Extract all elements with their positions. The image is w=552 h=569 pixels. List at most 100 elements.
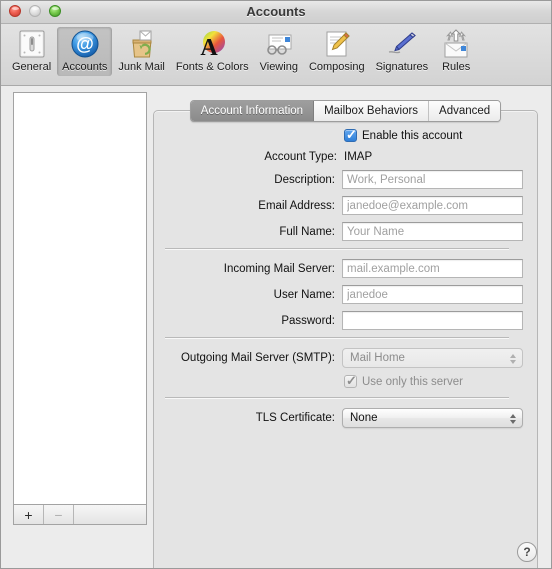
user-name-label: User Name:	[273, 288, 335, 301]
popup-arrows-icon	[509, 351, 516, 367]
password-label: Password:	[281, 314, 335, 327]
preferences-content: + − ✓ Enable this account Account Type:	[1, 86, 551, 568]
toolbar-item-composing[interactable]: Composing	[304, 27, 370, 76]
full-name-field-wrap	[342, 222, 523, 241]
toolbar-item-signatures[interactable]: Signatures	[371, 27, 434, 76]
composing-pencil-icon	[326, 31, 350, 57]
incoming-mail-server-label: Incoming Mail Server:	[223, 262, 335, 275]
account-tab-view: ✓ Enable this account Account Type: IMAP…	[153, 100, 538, 568]
toolbar-item-composing-label: Composing	[308, 61, 365, 73]
full-name-input[interactable]	[342, 222, 523, 241]
checkmark-icon: ✓	[346, 373, 357, 388]
full-name-row: Full Name:	[154, 222, 523, 241]
user-name-input[interactable]	[342, 285, 523, 304]
outgoing-mail-server-label: Outgoing Mail Server (SMTP):	[180, 352, 335, 364]
popup-arrows-icon	[509, 411, 516, 427]
toolbar-item-signatures-label: Signatures	[375, 61, 429, 73]
toolbar-item-fonts-colors[interactable]: A Fonts & Colors	[171, 27, 254, 76]
svg-text:A: A	[201, 35, 219, 60]
help-button[interactable]: ?	[517, 542, 537, 562]
svg-text:@: @	[76, 34, 94, 54]
checkmark-icon: ✓	[346, 127, 357, 142]
account-type-field: IMAP	[344, 151, 523, 163]
at-sign-icon: @	[71, 30, 99, 58]
outgoing-mail-server-field-wrap: Mail Home	[342, 348, 523, 368]
separator-bottom	[165, 397, 509, 398]
toolbar-item-accounts[interactable]: @ Accounts	[57, 27, 113, 76]
enable-account-label: Enable this account	[362, 129, 463, 142]
password-field-wrap	[342, 311, 523, 330]
tab-group: Account Information Mailbox Behaviors Ad…	[189, 100, 502, 122]
description-row: Description:	[154, 170, 523, 189]
toolbar-item-viewing[interactable]: Viewing	[255, 27, 303, 76]
enable-account-checkbox[interactable]: ✓	[344, 127, 357, 142]
incoming-mail-server-field-wrap	[342, 259, 523, 278]
toolbar-item-rules[interactable]: Rules	[434, 27, 478, 76]
account-type-row: Account Type: IMAP	[154, 151, 523, 163]
password-row: Password:	[154, 311, 523, 330]
use-only-this-server-row: ✓ Use only this server	[154, 373, 523, 388]
tls-certificate-field-wrap: None	[342, 408, 523, 428]
use-only-this-server-checkbox[interactable]: ✓	[344, 373, 357, 388]
toolbar-item-junk-mail[interactable]: Junk Mail	[113, 27, 169, 76]
toolbar-item-accounts-label: Accounts	[62, 61, 108, 73]
user-name-row: User Name:	[154, 285, 523, 304]
account-type-value: IMAP	[344, 151, 373, 163]
accounts-list-buttons: + −	[13, 505, 147, 525]
title-bar: Accounts	[1, 1, 551, 24]
signature-pen-icon	[388, 32, 416, 54]
tls-certificate-value: None	[350, 412, 378, 424]
toolbar-item-fonts-colors-label: Fonts & Colors	[175, 61, 249, 73]
tab-mailbox-behaviors[interactable]: Mailbox Behaviors	[314, 101, 430, 121]
description-input[interactable]	[342, 170, 523, 189]
email-address-row: Email Address:	[154, 196, 523, 215]
user-name-field-wrap	[342, 285, 523, 304]
tls-certificate-row: TLS Certificate: None	[154, 408, 523, 428]
general-switch-icon	[19, 30, 45, 58]
tls-certificate-label: TLS Certificate:	[255, 412, 335, 424]
account-type-label: Account Type:	[264, 151, 337, 163]
accounts-list[interactable]	[13, 92, 147, 505]
arrow-down-icon	[509, 420, 516, 424]
tab-advanced[interactable]: Advanced	[429, 101, 501, 121]
accounts-buttons-filler	[74, 505, 146, 524]
use-only-this-server-label: Use only this server	[362, 375, 463, 388]
outgoing-mail-server-row: Outgoing Mail Server (SMTP): Mail Home	[154, 348, 523, 368]
rules-arrows-icon	[444, 29, 468, 58]
incoming-mail-server-input[interactable]	[342, 259, 523, 278]
toolbar-item-general-label: General	[12, 61, 52, 73]
junk-mail-bag-icon	[132, 30, 152, 58]
outgoing-mail-server-popup[interactable]: Mail Home	[342, 348, 523, 368]
accounts-preferences-window: Accounts General @ Accounts Junk Mail A …	[0, 0, 552, 569]
arrow-up-icon	[509, 414, 516, 418]
tls-certificate-popup[interactable]: None	[342, 408, 523, 428]
arrow-down-icon	[509, 360, 516, 364]
account-information-panel: ✓ Enable this account Account Type: IMAP…	[153, 110, 538, 568]
description-label: Description:	[274, 173, 335, 186]
description-field-wrap	[342, 170, 523, 189]
separator-top	[165, 248, 509, 249]
add-account-button[interactable]: +	[14, 505, 44, 524]
arrow-up-icon	[509, 354, 516, 358]
password-input[interactable]	[342, 311, 523, 330]
outgoing-mail-server-value: Mail Home	[350, 352, 405, 364]
separator-middle	[165, 337, 509, 338]
toolbar-item-junk-mail-label: Junk Mail	[118, 61, 165, 73]
toolbar-item-viewing-label: Viewing	[259, 61, 298, 73]
viewing-glasses-icon	[266, 34, 292, 55]
toolbar-item-rules-label: Rules	[442, 61, 471, 73]
tab-account-information[interactable]: Account Information	[190, 101, 315, 121]
incoming-mail-server-row: Incoming Mail Server:	[154, 259, 523, 278]
email-address-field-wrap	[342, 196, 523, 215]
preferences-toolbar: General @ Accounts Junk Mail A Fonts & C…	[1, 24, 551, 86]
remove-account-button[interactable]: −	[44, 505, 74, 524]
window-title: Accounts	[246, 4, 306, 19]
toolbar-item-general[interactable]: General	[7, 27, 56, 76]
full-name-label: Full Name:	[279, 225, 335, 238]
email-address-input[interactable]	[342, 196, 523, 215]
font-colors-icon: A	[201, 31, 226, 60]
account-information-form: ✓ Enable this account Account Type: IMAP…	[154, 127, 537, 435]
email-address-label: Email Address:	[258, 199, 335, 212]
account-tabs: Account Information Mailbox Behaviors Ad…	[153, 100, 538, 122]
enable-account-row: ✓ Enable this account	[154, 127, 523, 142]
